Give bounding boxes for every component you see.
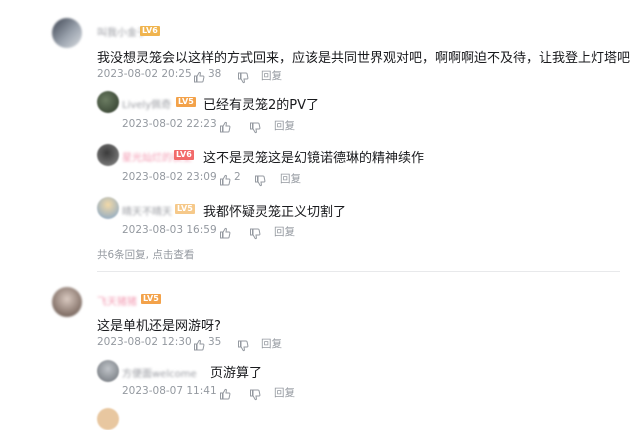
reply-text: 我都怀疑灵笼正义切割了 — [203, 205, 347, 220]
username[interactable]: 飞天猪猪 — [97, 293, 137, 308]
level-badge: LV6 — [140, 26, 160, 36]
comment-time: 2023-08-02 12:30 — [97, 336, 192, 348]
reply-button[interactable]: 回复 — [261, 68, 282, 83]
comment-time: 2023-08-02 20:25 — [97, 68, 192, 80]
thumbs-up-icon[interactable] — [219, 224, 231, 243]
reply-time: 2023-08-02 22:23 — [122, 118, 217, 130]
level-badge: LV6 — [174, 150, 194, 160]
level-badge: LV5 — [175, 204, 195, 214]
view-more-replies[interactable]: 共6条回复, 点击查看 — [97, 247, 194, 262]
reply-text: 已经有灵笼2的PV了 — [203, 98, 320, 113]
reply-button[interactable]: 回复 — [261, 336, 282, 351]
reply-username[interactable]: Lively佩奇 — [122, 96, 171, 111]
thumbs-up-icon[interactable] — [193, 68, 205, 87]
thumbs-down-icon[interactable] — [254, 172, 266, 191]
comment-text: 这是单机还是网游呀? — [97, 319, 221, 334]
reply-time: 2023-08-02 23:09 — [122, 171, 217, 183]
comment-text: 我没想灵笼会以这样的方式回来，应该是共同世界观对吧，啊啊啊迫不及待，让我登上灯塔… — [97, 51, 631, 66]
thumbs-down-icon[interactable] — [249, 386, 261, 405]
reply-avatar[interactable] — [97, 144, 119, 166]
divider — [97, 271, 620, 272]
thumbs-up-icon[interactable] — [219, 118, 231, 137]
reply-username[interactable]: 方便面welcome — [122, 365, 197, 380]
reply-username[interactable]: 晴天不晴天 — [122, 203, 172, 218]
like-count: 35 — [208, 336, 222, 348]
thumbs-up-icon[interactable] — [219, 171, 231, 190]
thumbs-down-icon[interactable] — [249, 225, 261, 244]
thumbs-down-icon[interactable] — [249, 119, 261, 138]
avatar[interactable] — [52, 287, 82, 317]
like-count: 2 — [234, 171, 241, 183]
reply-avatar[interactable] — [97, 197, 119, 219]
reply-avatar[interactable] — [97, 360, 119, 382]
reply-text: 这不是灵笼这是幻镜诺德琳的精神续作 — [203, 151, 425, 166]
reply-button[interactable]: 回复 — [274, 224, 295, 239]
thumbs-up-icon[interactable] — [193, 336, 205, 355]
reply-button[interactable]: 回复 — [280, 171, 301, 186]
reply-text: 页游算了 — [210, 366, 263, 381]
reply-button[interactable]: 回复 — [274, 385, 295, 400]
reply-time: 2023-08-03 16:59 — [122, 224, 217, 236]
reply-avatar[interactable] — [97, 408, 119, 430]
reply-avatar[interactable] — [97, 91, 119, 113]
thumbs-down-icon[interactable] — [237, 69, 249, 88]
level-badge: LV5 — [176, 97, 196, 107]
level-badge: LV5 — [141, 294, 161, 304]
avatar[interactable] — [52, 18, 82, 48]
like-count: 38 — [208, 68, 222, 80]
reply-time: 2023-08-07 11:41 — [122, 385, 217, 397]
thumbs-down-icon[interactable] — [237, 337, 249, 356]
reply-button[interactable]: 回复 — [274, 118, 295, 133]
thumbs-up-icon[interactable] — [219, 385, 231, 404]
